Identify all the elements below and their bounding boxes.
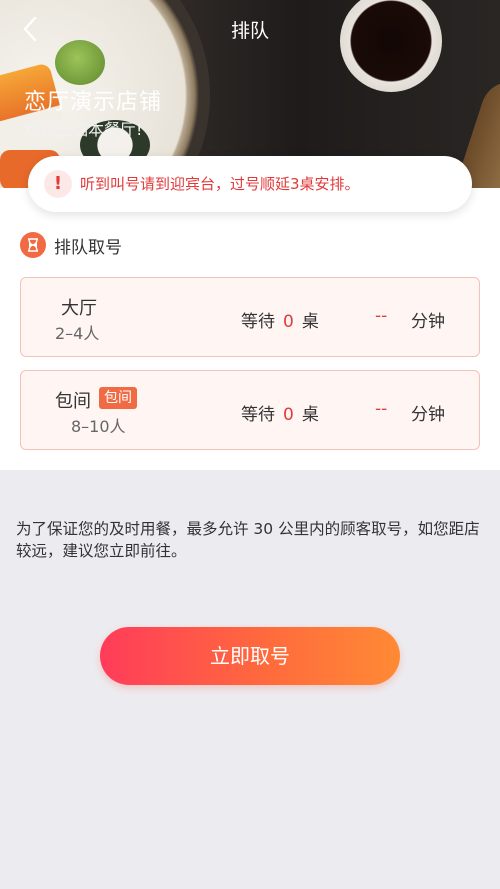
eta-unit: 分钟 [411, 312, 445, 332]
distance-info-text: 为了保证您的及时用餐，最多允许 30 公里内的顾客取号，如您距店较远，建议您立即… [16, 520, 480, 560]
eta-value: -- [375, 399, 388, 419]
wait-unit: 桌 [301, 312, 319, 332]
wait-count: 0 [283, 405, 294, 425]
queue-wait: 等待 0 桌 [241, 400, 319, 425]
queue-wait: 等待 0 桌 [241, 307, 319, 332]
page-title: 排队 [230, 20, 269, 42]
eta-value: -- [375, 306, 388, 326]
queue-name: 包间 [55, 391, 91, 412]
queue-card-hall[interactable]: 大厅 2–4人 等待 0 桌 -- 分钟 [20, 277, 480, 357]
welcome-text: 欢迎光临本餐厅! [24, 120, 143, 139]
wait-prefix: 等待 [241, 405, 275, 425]
wasabi-image [55, 40, 105, 85]
notice-text: 听到叫号请到迎宾台，过号顺延3桌安排。 [80, 175, 360, 193]
queue-size: 8–10人 [71, 417, 126, 436]
queue-card-private-room[interactable]: 包间 包间 8–10人 等待 0 桌 -- 分钟 [20, 370, 480, 450]
eta-unit: 分钟 [411, 405, 445, 425]
soy-sauce-bowl-image [340, 0, 442, 92]
queue-size: 2–4人 [55, 324, 100, 343]
section-title: 排队取号 [54, 238, 122, 258]
hourglass-icon [20, 232, 46, 258]
wait-count: 0 [283, 312, 294, 332]
exclamation-icon: ! [44, 170, 72, 198]
room-tag-badge: 包间 [99, 387, 137, 409]
queue-name: 大厅 [61, 298, 97, 319]
wait-prefix: 等待 [241, 312, 275, 332]
shop-name: 恋厅演示店铺 [24, 90, 163, 115]
wait-unit: 桌 [301, 405, 319, 425]
take-number-button[interactable]: 立即取号 [100, 627, 400, 685]
notice-banner: ! 听到叫号请到迎宾台，过号顺延3桌安排。 [28, 156, 472, 212]
